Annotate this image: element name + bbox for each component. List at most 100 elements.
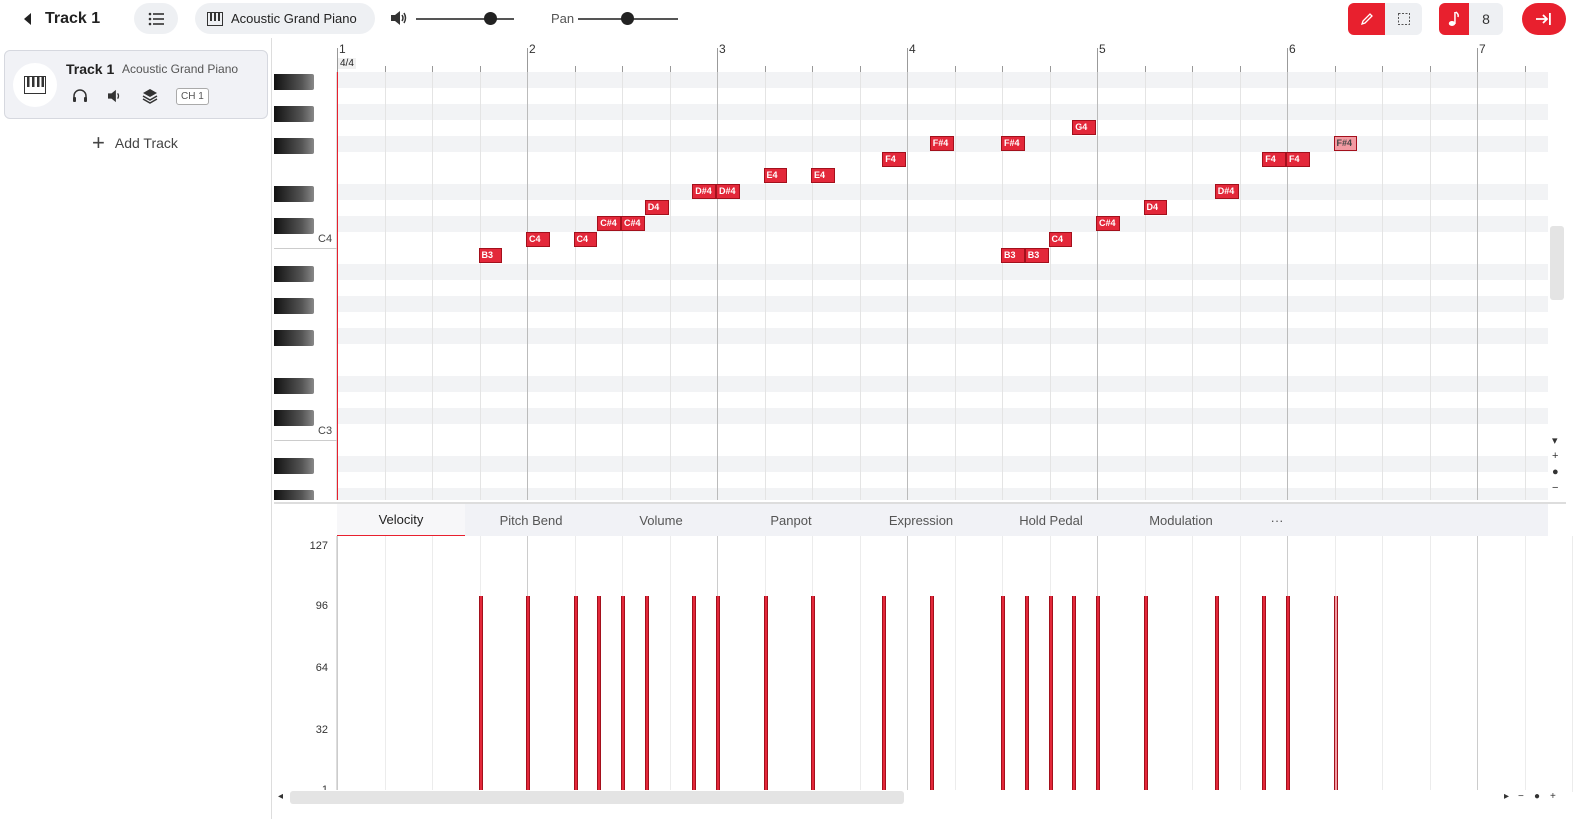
instrument-button[interactable]: Acoustic Grand Piano	[195, 3, 375, 34]
controller-tab[interactable]: Hold Pedal	[987, 504, 1115, 536]
horizontal-scroll-thumb[interactable]	[290, 791, 904, 804]
volume-slider[interactable]	[416, 12, 514, 25]
quantize-value[interactable]: 8	[1469, 3, 1503, 35]
velocity-bar[interactable]	[526, 596, 530, 792]
velocity-bar[interactable]	[1001, 596, 1005, 792]
black-key[interactable]	[274, 138, 314, 154]
note[interactable]: C#4	[1096, 216, 1120, 231]
velocity-bar[interactable]	[1214, 596, 1219, 792]
note[interactable]: E4	[763, 168, 788, 183]
velocity-bar[interactable]	[716, 596, 720, 792]
velocity-bar[interactable]	[929, 596, 934, 792]
note[interactable]: C4	[573, 232, 598, 247]
selection-tool-button[interactable]	[1385, 3, 1422, 35]
note[interactable]: F4	[882, 152, 906, 167]
speaker-icon[interactable]	[106, 87, 124, 105]
velocity-bar[interactable]	[1072, 596, 1077, 792]
h-zoom-reset-icon[interactable]: ●	[1534, 791, 1540, 802]
note[interactable]: F4	[1262, 152, 1286, 167]
controller-tab[interactable]: Pitch Bend	[467, 504, 595, 536]
velocity-bar[interactable]	[811, 596, 815, 792]
velocity-bar[interactable]	[1286, 596, 1290, 792]
velocity-bar[interactable]	[644, 596, 649, 792]
add-track-button[interactable]: + Add Track	[92, 132, 178, 154]
note[interactable]: E4	[811, 168, 835, 183]
velocity-bar[interactable]	[1143, 596, 1148, 792]
note[interactable]: F#4	[1333, 136, 1358, 151]
black-key[interactable]	[274, 74, 314, 90]
black-key[interactable]	[274, 330, 314, 346]
controller-tab[interactable]: Volume	[597, 504, 725, 536]
scroll-left-icon[interactable]: ◂	[278, 791, 283, 802]
note-grid[interactable]: B3 C4 C4 C#4 C#4 D4 D#4 D#4 E4 E4 F4 F#4 F#4 G4 B3 B3 C4…	[337, 72, 1548, 500]
pencil-tool-button[interactable]	[1348, 3, 1385, 35]
track-card[interactable]: Track 1 Acoustic Grand Piano CH 1	[4, 50, 268, 119]
black-key[interactable]	[274, 458, 314, 474]
velocity-bar[interactable]	[573, 596, 578, 792]
volume-slider-knob[interactable]	[484, 12, 497, 25]
scroll-down-icon[interactable]: ▾	[1552, 434, 1558, 447]
note[interactable]: D#4	[716, 184, 740, 199]
quantize-button[interactable]	[1439, 3, 1469, 35]
velocity-bar[interactable]	[597, 596, 602, 792]
zoom-in-icon[interactable]: +	[1552, 450, 1558, 462]
note[interactable]: C4	[1048, 232, 1073, 247]
note[interactable]: D4	[644, 200, 669, 215]
layers-icon[interactable]	[141, 87, 159, 105]
velocity-bar[interactable]	[763, 596, 768, 792]
velocity-bar[interactable]	[1333, 596, 1338, 792]
controller-tab[interactable]: Velocity	[337, 504, 465, 536]
controller-tab[interactable]: ···	[1247, 504, 1307, 536]
note[interactable]: D#4	[692, 184, 716, 199]
velocity-bar[interactable]	[1262, 596, 1267, 792]
vertical-scrollbar[interactable]: ▾ + ● −	[1548, 38, 1566, 500]
back-button[interactable]: Track 1	[18, 6, 100, 32]
zoom-out-icon[interactable]: −	[1552, 482, 1558, 494]
h-zoom-in-icon[interactable]: +	[1550, 791, 1556, 802]
velocity-bar[interactable]	[692, 596, 697, 792]
controller-tab[interactable]: Expression	[857, 504, 985, 536]
black-key[interactable]	[274, 410, 314, 426]
black-key[interactable]	[274, 378, 314, 394]
velocity-bar[interactable]	[1096, 596, 1100, 792]
note[interactable]: C#4	[621, 216, 645, 231]
track-list-button[interactable]	[134, 3, 178, 34]
note[interactable]: B3	[478, 248, 503, 263]
note[interactable]: G4	[1072, 120, 1096, 135]
timeline-ruler[interactable]: 4/4 1 2 3 4 5 6 7	[274, 38, 1548, 72]
velocity-bar[interactable]	[478, 596, 483, 792]
note[interactable]: F#4	[1001, 136, 1025, 151]
note[interactable]: C4	[526, 232, 550, 247]
controller-tab[interactable]: Panpot	[727, 504, 855, 536]
black-key[interactable]	[274, 106, 314, 122]
black-key[interactable]	[274, 298, 314, 314]
auto-scroll-button[interactable]	[1522, 3, 1566, 35]
black-key[interactable]	[274, 490, 314, 500]
channel-badge[interactable]: CH 1	[176, 87, 209, 105]
note[interactable]: F4	[1286, 152, 1310, 167]
controller-tab[interactable]: Modulation	[1117, 504, 1245, 536]
vertical-scroll-thumb[interactable]	[1550, 226, 1564, 300]
velocity-bar[interactable]	[621, 596, 625, 792]
black-key[interactable]	[274, 186, 314, 202]
note[interactable]: C#4	[597, 216, 621, 231]
note[interactable]: D4	[1143, 200, 1168, 215]
piano-keys[interactable]: C4 C3	[274, 72, 337, 500]
velocity-bar[interactable]	[882, 596, 887, 792]
horizontal-scrollbar[interactable]: ◂ ▸ − ● +	[274, 790, 1566, 806]
scroll-right-icon[interactable]: ▸	[1504, 791, 1509, 802]
pan-slider-knob[interactable]	[621, 12, 634, 25]
zoom-reset-icon[interactable]: ●	[1552, 466, 1559, 478]
pan-slider[interactable]	[578, 12, 678, 25]
velocity-bar[interactable]	[1048, 596, 1053, 792]
headphones-icon[interactable]	[71, 87, 89, 105]
note[interactable]: F#4	[929, 136, 954, 151]
note[interactable]: B3	[1001, 248, 1025, 263]
note[interactable]: B3	[1024, 248, 1049, 263]
black-key[interactable]	[274, 218, 314, 234]
black-key[interactable]	[274, 266, 314, 282]
note[interactable]: D#4	[1214, 184, 1239, 199]
velocity-bar[interactable]	[1024, 596, 1029, 792]
velocity-area[interactable]	[337, 536, 1573, 792]
h-zoom-out-icon[interactable]: −	[1518, 791, 1524, 802]
